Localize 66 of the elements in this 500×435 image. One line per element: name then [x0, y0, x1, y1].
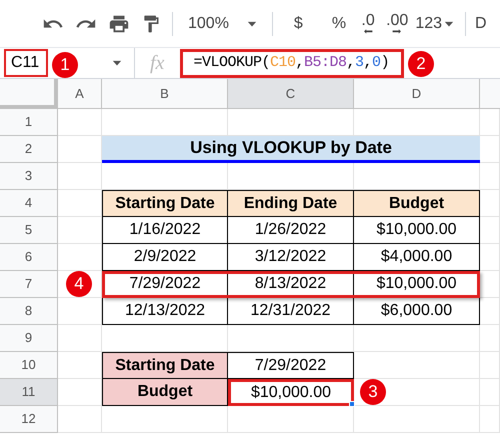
table-cell[interactable]: 7/29/2022 [228, 352, 354, 379]
column-header[interactable] [480, 79, 500, 109]
column-header[interactable]: C [228, 79, 354, 109]
grid-cell[interactable] [480, 325, 500, 352]
table-cell: 2/9/2022 [102, 244, 228, 271]
column-header[interactable]: B [102, 79, 228, 109]
row-header[interactable]: 11 [0, 379, 58, 406]
select-all-corner[interactable] [0, 79, 58, 109]
table-header-cell: Ending Date [228, 190, 354, 217]
callout-badge: 1 [52, 52, 78, 78]
row-header[interactable]: 4 [0, 190, 58, 217]
table-header-cell: Starting Date [102, 190, 228, 217]
row-header[interactable]: 9 [0, 325, 58, 352]
table-cell: $4,000.00 [354, 244, 480, 271]
row-header[interactable]: 8 [0, 298, 58, 325]
percent-button[interactable]: % [328, 12, 350, 36]
table-cell: 1/26/2022 [228, 217, 354, 244]
table-cell: 3/12/2022 [228, 244, 354, 271]
grid-cell[interactable] [58, 406, 102, 433]
table-cell: $6,000.00 [354, 298, 480, 325]
label-cell: Budget [102, 379, 228, 406]
callout-badge: 2 [408, 51, 434, 77]
formula-field[interactable]: =VLOOKUP(C10,B5:D8,3,0) [180, 48, 404, 78]
font-dropdown[interactable]: D [475, 12, 487, 36]
column-header[interactable]: D [354, 79, 480, 109]
table-header-cell: Budget [354, 190, 480, 217]
name-box[interactable]: C11 [4, 49, 48, 77]
row-header[interactable]: 1 [0, 109, 58, 136]
row-header[interactable]: 6 [0, 244, 58, 271]
more-formats-button[interactable]: 123 [415, 12, 454, 36]
grid-cell[interactable] [480, 109, 500, 136]
table-cell: $10,000.00 [354, 217, 480, 244]
callout-badge: 3 [360, 379, 386, 405]
fill-handle[interactable] [349, 401, 355, 407]
row-header[interactable]: 2 [0, 136, 58, 163]
caret-icon[interactable] [112, 58, 122, 68]
row-header[interactable]: 3 [0, 163, 58, 190]
sheet-title: Using VLOOKUP by Date [102, 136, 480, 163]
grid-cell[interactable] [58, 163, 102, 190]
table-cell: 12/31/2022 [228, 298, 354, 325]
table-cell[interactable]: $10,000.00 [228, 379, 354, 406]
row-header[interactable]: 5 [0, 217, 58, 244]
callout-badge: 4 [66, 271, 92, 297]
grid-cell[interactable] [58, 325, 102, 352]
table-cell: 12/13/2022 [102, 298, 228, 325]
grid-cell[interactable] [480, 163, 500, 190]
grid-cell[interactable] [480, 352, 500, 379]
grid-cell[interactable]: 4 [58, 271, 102, 298]
arrow-icon [361, 27, 376, 34]
row-header[interactable]: 7 [0, 271, 58, 298]
decrease-decimals-button[interactable]: .0 [361, 13, 376, 34]
grid-cell[interactable] [480, 406, 500, 433]
grid-cell[interactable] [480, 271, 500, 298]
row-header[interactable]: 10 [0, 352, 58, 379]
fx-label: fx [150, 51, 164, 76]
zoom-dropdown[interactable]: 100% [184, 12, 261, 36]
label-cell: Starting Date [102, 352, 228, 379]
column-header[interactable]: A [58, 79, 102, 109]
row-header[interactable]: 12 [0, 406, 58, 433]
grid-cell[interactable] [58, 109, 102, 136]
grid-cell[interactable]: 3 [354, 379, 480, 406]
increase-decimals-button[interactable]: .00 [386, 13, 408, 34]
currency-button[interactable]: $ [290, 12, 307, 36]
table-cell: 1/16/2022 [102, 217, 228, 244]
grid-cell[interactable] [480, 379, 500, 406]
grid-cell[interactable] [354, 406, 480, 433]
